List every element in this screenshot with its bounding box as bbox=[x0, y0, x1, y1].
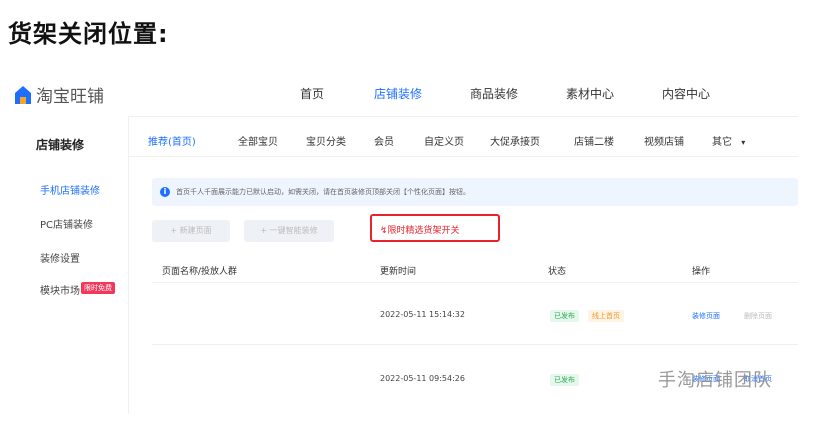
brand-name: 淘宝旺铺 bbox=[36, 87, 104, 107]
watermark: 手淘店铺团队 bbox=[658, 370, 772, 391]
topnav-material-center[interactable]: 素材中心 bbox=[566, 85, 614, 102]
table-divider bbox=[152, 344, 798, 345]
sidebar: 店铺装修 手机店铺装修 PC店铺装修 装修设置 模块市场 限时免费 bbox=[8, 116, 129, 414]
topnav-store-decoration[interactable]: 店铺装修 bbox=[374, 85, 422, 102]
page-heading: 货架关闭位置: bbox=[8, 20, 169, 48]
tab-video-store[interactable]: 视频店铺 bbox=[644, 133, 684, 148]
shelf-toggle-highlight[interactable]: ↯限时精选货架开关 bbox=[370, 214, 500, 242]
status-badge-published: 已发布 bbox=[550, 310, 579, 322]
table-divider bbox=[152, 282, 798, 283]
sidebar-item-mobile-decoration[interactable]: 手机店铺装修 bbox=[40, 182, 100, 197]
toggle-icon: ↯ bbox=[380, 226, 388, 236]
sidebar-item-module-market[interactable]: 模块市场 限时免费 bbox=[40, 282, 115, 297]
tab-custom-page[interactable]: 自定义页 bbox=[424, 133, 464, 148]
column-header-update-time: 更新时间 bbox=[380, 267, 417, 277]
status-badge-published: 已发布 bbox=[550, 374, 579, 386]
row-update-time: 2022-05-11 09:54:26 bbox=[380, 374, 465, 383]
free-badge: 限时免费 bbox=[81, 282, 115, 294]
chevron-down-icon: ▾ bbox=[741, 138, 746, 147]
column-header-status: 状态 bbox=[548, 267, 567, 277]
tab-membership[interactable]: 会员 bbox=[374, 133, 394, 148]
status-badge-online-home: 线上首页 bbox=[588, 310, 624, 322]
column-header-page-name: 页面名称/投放人群 bbox=[162, 267, 238, 277]
delete-page-link[interactable]: 删除页面 bbox=[744, 311, 772, 321]
tab-promo-landing[interactable]: 大促承接页 bbox=[490, 133, 540, 148]
brand-logo[interactable]: 淘宝旺铺 bbox=[14, 82, 104, 107]
tab-store-second-floor[interactable]: 店铺二楼 bbox=[574, 133, 614, 148]
sidebar-item-settings[interactable]: 装修设置 bbox=[40, 250, 80, 265]
sidebar-title: 店铺装修 bbox=[36, 138, 85, 152]
info-notice: i 首页千人千面展示能力已默认启动，如需关闭，请在首页装修页顶部关闭【个性化页面… bbox=[152, 178, 798, 206]
sidebar-item-pc-decoration[interactable]: PC店铺装修 bbox=[40, 216, 93, 231]
top-bar: 淘宝旺铺 首页 店铺装修 商品装修 素材中心 内容中心 bbox=[8, 68, 798, 117]
shelf-toggle-label: ↯限时精选货架开关 bbox=[380, 226, 460, 236]
smart-decoration-button[interactable]: + 一键智能装修 bbox=[244, 220, 334, 242]
tab-item-category[interactable]: 宝贝分类 bbox=[306, 133, 346, 148]
row-update-time: 2022-05-11 15:14:32 bbox=[380, 310, 465, 319]
topnav-home[interactable]: 首页 bbox=[300, 85, 324, 102]
topnav-product-decoration[interactable]: 商品装修 bbox=[470, 85, 518, 102]
new-page-button[interactable]: + 新建页面 bbox=[152, 220, 230, 242]
house-logo-icon bbox=[15, 85, 31, 104]
page-tabs: 推荐(首页) 全部宝贝 宝贝分类 会员 自定义页 大促承接页 店铺二楼 视频店铺… bbox=[128, 116, 798, 157]
tab-recommended-home[interactable]: 推荐(首页) bbox=[148, 133, 196, 148]
screenshot-frame: 淘宝旺铺 首页 店铺装修 商品装修 素材中心 内容中心 店铺装修 手机店铺装修 … bbox=[8, 68, 798, 414]
info-icon: i bbox=[160, 187, 170, 197]
topnav-content-center[interactable]: 内容中心 bbox=[662, 85, 710, 102]
tab-other[interactable]: 其它 ▾ bbox=[712, 133, 745, 148]
decorate-page-link[interactable]: 装修页面 bbox=[692, 311, 720, 321]
column-header-actions: 操作 bbox=[692, 267, 711, 277]
tab-all-items[interactable]: 全部宝贝 bbox=[238, 133, 278, 148]
tab-other-label: 其它 bbox=[712, 137, 732, 148]
notice-text: 首页千人千面展示能力已默认启动，如需关闭，请在首页装修页顶部关闭【个性化页面】按… bbox=[176, 188, 470, 196]
sidebar-item-label: 模块市场 bbox=[40, 286, 80, 297]
